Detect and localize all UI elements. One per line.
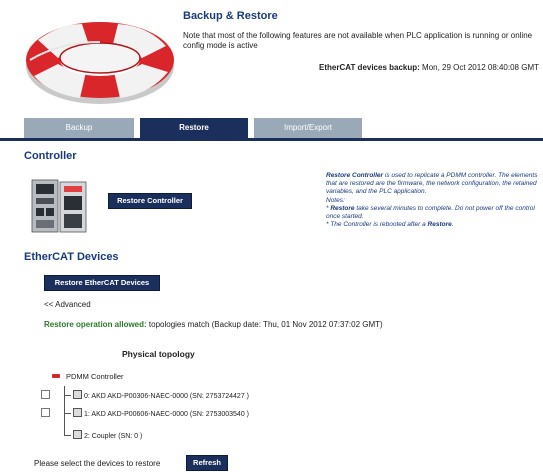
restore-allowed-label: Restore operation allowed: bbox=[44, 320, 147, 329]
topology-node: 0: AKD AKD-P00306-NAEC-0000 (SN: 2753724… bbox=[73, 390, 249, 400]
topology-title: Physical topology bbox=[122, 349, 195, 359]
ethercat-heading: EtherCAT Devices bbox=[24, 251, 119, 263]
drive-icon bbox=[73, 390, 82, 399]
select-devices-label: Please select the devices to restore bbox=[34, 459, 161, 468]
tab-divider bbox=[0, 138, 543, 141]
topology-tree: PDMM Controller 0: AKD AKD-P00306-NAEC-0… bbox=[0, 368, 543, 448]
restore-controller-button[interactable]: Restore Controller bbox=[108, 193, 192, 209]
tab-backup[interactable]: Backup bbox=[24, 118, 134, 138]
tab-restore[interactable]: Restore bbox=[140, 118, 248, 138]
tree-branch bbox=[65, 435, 71, 436]
controller-heading: Controller bbox=[24, 150, 77, 162]
restore-ethercat-button[interactable]: Restore EtherCAT Devices bbox=[44, 275, 160, 291]
warning-note: Note that most of the following features… bbox=[183, 31, 533, 50]
topology-node: 1: AKD AKD-P00606-NAEC-0000 (SN: 2753003… bbox=[73, 408, 249, 418]
controller-node-icon bbox=[52, 374, 60, 378]
advanced-toggle-link[interactable]: << Advanced bbox=[44, 300, 91, 309]
controller-device-icon bbox=[31, 179, 87, 233]
backup-label: EtherCAT devices backup: bbox=[319, 63, 420, 72]
device-0-checkbox[interactable] bbox=[41, 390, 50, 399]
backup-date: Mon, 29 Oct 2012 08:40:08 GMT bbox=[422, 63, 539, 72]
controller-help-text: Restore Controller is used to replicate … bbox=[326, 172, 538, 229]
page-title: Backup & Restore bbox=[183, 10, 278, 22]
tree-branch bbox=[65, 395, 71, 396]
tree-branch bbox=[65, 413, 71, 414]
topology-node: 2: Coupler (SN: 0 ) bbox=[73, 430, 142, 440]
lifebuoy-icon bbox=[26, 22, 174, 104]
topology-root: PDMM Controller bbox=[52, 372, 124, 381]
device-1-checkbox[interactable] bbox=[41, 408, 50, 417]
page-header: Backup & Restore Note that most of the f… bbox=[0, 0, 543, 118]
restore-status-message: Restore operation allowed: topologies ma… bbox=[44, 320, 383, 329]
backup-status: EtherCAT devices backup: Mon, 29 Oct 201… bbox=[319, 63, 539, 72]
tab-import-export[interactable]: Import/Export bbox=[254, 118, 362, 138]
restore-detail: topologies match (Backup date: Thu, 01 N… bbox=[146, 320, 383, 329]
refresh-button[interactable]: Refresh bbox=[186, 455, 228, 471]
tab-bar: Backup Restore Import/Export bbox=[0, 118, 543, 140]
drive-icon bbox=[73, 408, 82, 417]
backup-restore-page: Backup & Restore Note that most of the f… bbox=[0, 0, 543, 472]
tree-line bbox=[64, 386, 65, 436]
coupler-icon bbox=[73, 430, 82, 439]
